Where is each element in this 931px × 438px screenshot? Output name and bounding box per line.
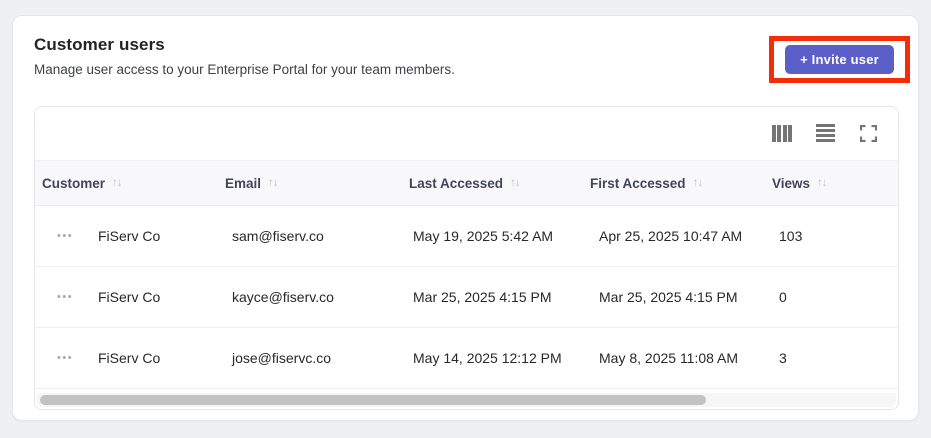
column-header-last-accessed[interactable]: Last Accessed ↑↓ (409, 161, 521, 205)
table-row: ••• FiServ Co sam@fiserv.co May 19, 2025… (35, 206, 898, 267)
table-toolbar-icons (772, 124, 878, 142)
invite-user-button[interactable]: + Invite user (785, 45, 894, 74)
cell-views: 3 (779, 350, 787, 366)
cell-email: kayce@fiserv.co (232, 289, 334, 305)
maximize-icon[interactable] (858, 124, 878, 142)
column-header-email[interactable]: Email ↑↓ (225, 161, 278, 205)
cell-first-accessed: Apr 25, 2025 10:47 AM (599, 228, 743, 244)
sort-icon[interactable]: ↑↓ (693, 177, 703, 189)
cell-email: jose@fiservc.co (232, 350, 332, 366)
column-header-label: First Accessed (590, 175, 686, 191)
column-header-customer[interactable]: Customer ↑↓ (42, 161, 122, 205)
column-header-label: Email (225, 175, 262, 191)
sort-icon[interactable]: ↑↓ (510, 177, 520, 189)
column-header-first-accessed[interactable]: First Accessed ↑↓ (590, 161, 703, 205)
cell-first-accessed: Mar 25, 2025 4:15 PM (599, 289, 738, 305)
table-row: ••• FiServ Co kayce@fiserv.co Mar 25, 20… (35, 267, 898, 328)
column-header-label: Last Accessed (409, 175, 504, 191)
cell-views: 0 (779, 289, 787, 305)
cell-customer: FiServ Co (98, 228, 161, 244)
column-header-label: Customer (42, 175, 106, 191)
column-header-label: Views (772, 175, 811, 191)
users-table-card: Customer ↑↓ Email ↑↓ Last Accessed ↑↓ Fi… (34, 106, 899, 410)
cell-last-accessed: Mar 25, 2025 4:15 PM (413, 289, 552, 305)
sort-icon[interactable]: ↑↓ (268, 177, 278, 189)
cell-first-accessed: May 8, 2025 11:08 AM (599, 350, 739, 366)
columns-icon[interactable] (772, 124, 792, 142)
row-menu-icon[interactable]: ••• (57, 206, 73, 266)
page-title: Customer users (34, 35, 165, 54)
table-toolbar (35, 107, 898, 160)
sort-icon[interactable]: ↑↓ (112, 177, 122, 189)
cell-last-accessed: May 14, 2025 12:12 PM (413, 350, 562, 366)
table-row: ••• FiServ Co jose@fiservc.co May 14, 20… (35, 328, 898, 389)
horizontal-scrollbar-thumb[interactable] (40, 395, 706, 405)
page-subtitle: Manage user access to your Enterprise Po… (34, 62, 455, 77)
cell-last-accessed: May 19, 2025 5:42 AM (413, 228, 554, 244)
row-menu-icon[interactable]: ••• (57, 267, 73, 327)
horizontal-scrollbar-track[interactable] (37, 393, 896, 407)
cell-email: sam@fiserv.co (232, 228, 324, 244)
column-header-views[interactable]: Views ↑↓ (772, 161, 827, 205)
annotation-highlight-box: + Invite user (769, 36, 910, 83)
cell-views: 103 (779, 228, 803, 244)
cell-customer: FiServ Co (98, 350, 161, 366)
table-header-row: Customer ↑↓ Email ↑↓ Last Accessed ↑↓ Fi… (35, 160, 898, 206)
sort-icon[interactable]: ↑↓ (817, 177, 827, 189)
row-density-icon[interactable] (815, 124, 835, 142)
row-menu-icon[interactable]: ••• (57, 328, 73, 388)
customer-users-panel: Customer users Manage user access to you… (12, 15, 919, 421)
cell-customer: FiServ Co (98, 289, 161, 305)
